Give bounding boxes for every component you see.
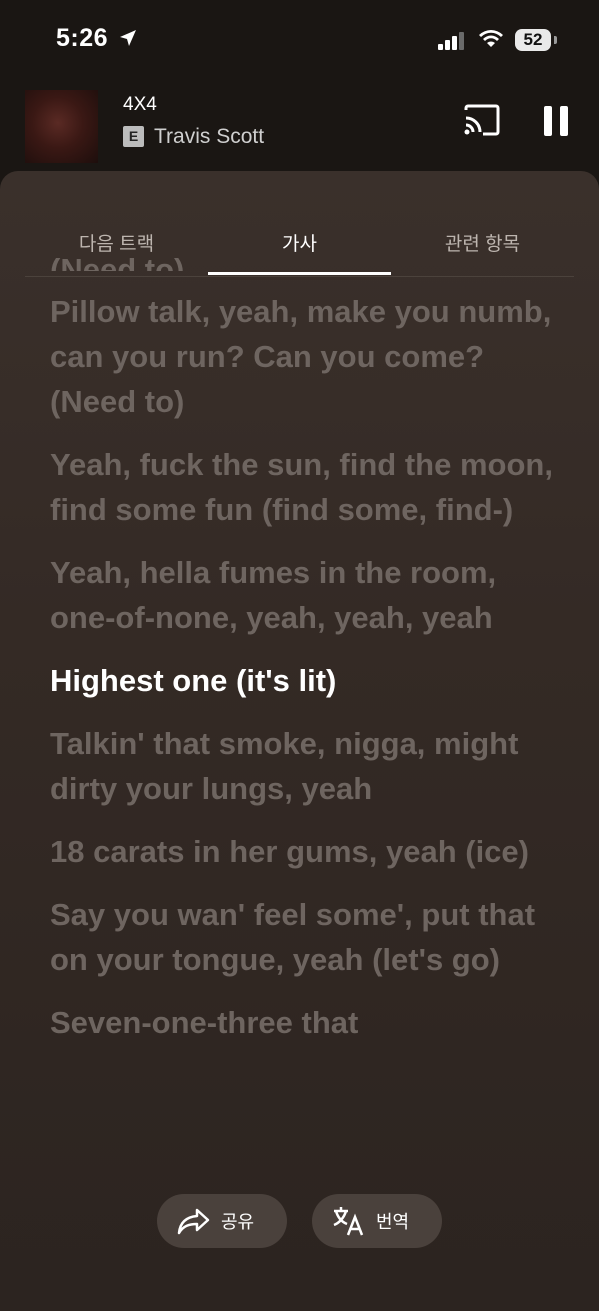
- lyric-line[interactable]: Seven-one-three that: [50, 1000, 560, 1045]
- share-label: 공유: [221, 1212, 255, 1232]
- status-bar: 5:26 52: [0, 0, 599, 80]
- location-arrow-icon: [120, 30, 136, 46]
- artist-name: Travis Scott: [154, 125, 265, 148]
- bottom-fade: [0, 1171, 599, 1311]
- status-time: 5:26: [56, 24, 109, 52]
- explicit-badge: E: [123, 126, 144, 147]
- lyric-line[interactable]: Yeah, fuck the sun, find the moon, find …: [50, 442, 560, 532]
- translate-icon: [333, 1207, 364, 1236]
- battery-icon: 52: [515, 29, 551, 51]
- share-button[interactable]: 공유: [157, 1194, 287, 1248]
- lyric-line[interactable]: Talkin' that smoke, nigga, might dirty y…: [50, 721, 560, 811]
- battery-tip: [554, 36, 557, 44]
- track-title: 4X4: [123, 94, 157, 115]
- lyric-line[interactable]: (Need to): [50, 247, 560, 271]
- wifi-icon: [479, 30, 503, 47]
- share-icon: [177, 1208, 210, 1235]
- translate-button[interactable]: 번역: [312, 1194, 442, 1248]
- lyric-line[interactable]: Pillow talk, yeah, make you numb, can yo…: [50, 289, 560, 424]
- cast-icon[interactable]: [463, 104, 501, 136]
- lyric-line[interactable]: 18 carats in her gums, yeah (ice): [50, 829, 560, 874]
- lyric-line[interactable]: Yeah, hella fumes in the room, one-of-no…: [50, 550, 560, 640]
- tab-active-indicator: [208, 272, 391, 275]
- lyrics-sheet: 다음 트랙 가사 관련 항목 (Need to) Pillow talk, ye…: [0, 171, 599, 1311]
- album-art[interactable]: [25, 90, 98, 163]
- now-playing-bar[interactable]: 4X4 E Travis Scott: [0, 84, 599, 164]
- signal-icon: [438, 32, 464, 50]
- lyrics-list[interactable]: (Need to) Pillow talk, yeah, make you nu…: [50, 252, 560, 1063]
- translate-label: 번역: [376, 1212, 410, 1232]
- lyric-line[interactable]: Say you wan' feel some', put that on you…: [50, 892, 560, 982]
- lyric-line-current[interactable]: Highest one (it's lit): [50, 658, 560, 703]
- pause-icon[interactable]: [544, 106, 568, 136]
